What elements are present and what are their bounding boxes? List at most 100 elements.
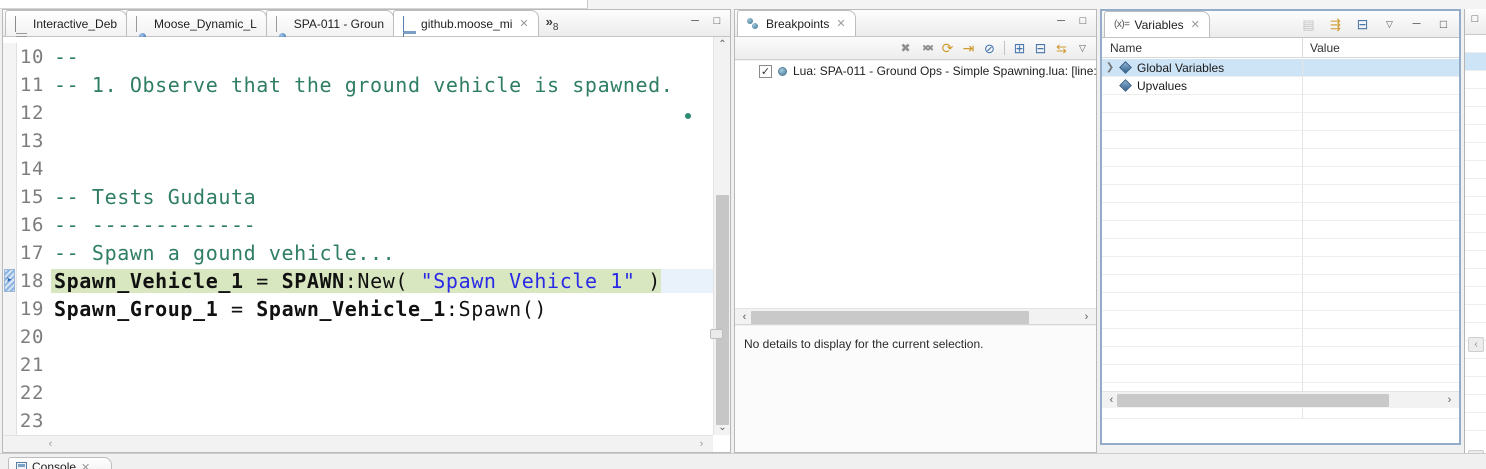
- code-line-16[interactable]: 16-- -------------: [3, 211, 713, 239]
- code-text: -- Spawn a gound vehicle...: [51, 241, 395, 265]
- column-header-name[interactable]: Name: [1102, 38, 1302, 57]
- partial-table-row: [1465, 197, 1486, 215]
- remove-all-breakpoints-icon[interactable]: ✖✖: [917, 39, 936, 57]
- line-number: 16: [17, 214, 51, 236]
- lua-file-icon: [136, 17, 149, 30]
- expand-chevron-icon[interactable]: ❯: [1102, 62, 1118, 73]
- minimize-icon[interactable]: ─: [1054, 15, 1068, 27]
- code-line-19[interactable]: 19Spawn_Group_1 = Spawn_Vehicle_1:Spawn(…: [3, 295, 713, 323]
- maximize-icon[interactable]: □: [1468, 13, 1482, 25]
- maximize-icon[interactable]: □: [1076, 15, 1090, 27]
- scroll-right-icon[interactable]: ›: [1442, 392, 1457, 409]
- empty-table-row: [1102, 149, 1459, 167]
- code-line-15[interactable]: 15-- Tests Gudauta: [3, 183, 713, 211]
- partial-table-row: [1465, 143, 1486, 161]
- tab-breakpoints[interactable]: Breakpoints ✕: [737, 10, 856, 36]
- maximize-icon[interactable]: □: [1434, 15, 1453, 33]
- scrollbar-thumb[interactable]: [716, 195, 729, 425]
- view-menu-icon[interactable]: ▽: [1073, 39, 1092, 57]
- breakpoint-details-pane: No details to display for the current se…: [735, 326, 1096, 452]
- tab-variables[interactable]: (x)= Variables ✕: [1104, 11, 1210, 37]
- line-number: 19: [17, 298, 51, 320]
- go-to-file-for-breakpoint-icon[interactable]: ⇥: [959, 39, 978, 57]
- code-line-21[interactable]: 21: [3, 351, 713, 379]
- remove-breakpoint-icon[interactable]: ✖: [896, 39, 915, 57]
- close-icon[interactable]: ✕: [519, 17, 528, 30]
- line-number: 13: [17, 130, 51, 152]
- collapse-all-icon[interactable]: ⊟: [1031, 39, 1050, 57]
- editor-tab-github-moose-mi[interactable]: github.moose_mi✕: [393, 10, 539, 36]
- editor-horizontal-scrollbar[interactable]: ‹ ›: [3, 435, 713, 452]
- tab-console[interactable]: Console ✕: [8, 457, 112, 469]
- column-divider[interactable]: [1302, 38, 1303, 57]
- code-line-22[interactable]: 22: [3, 379, 713, 407]
- scroll-left-icon[interactable]: ‹: [737, 309, 752, 326]
- variables-row-upvalues[interactable]: Upvalues: [1102, 77, 1459, 95]
- code-text: Spawn_Group_1 = Spawn_Vehicle_1:Spawn(): [51, 297, 547, 321]
- console-tab-label: Console: [32, 460, 76, 469]
- breakpoint-item[interactable]: ✓Lua: SPA-011 - Ground Ops - Simple Spaw…: [735, 61, 1096, 81]
- variables-tab-bar: (x)= Variables ✕ ▤ ⇶ ⊟ ▽ ─ □: [1102, 11, 1459, 38]
- editor-tab-moose-dynamic-l[interactable]: Moose_Dynamic_L: [126, 10, 267, 36]
- partial-table-row: [1465, 89, 1486, 107]
- close-icon[interactable]: ✕: [81, 461, 90, 469]
- code-line-10[interactable]: 10--: [3, 43, 713, 71]
- scrollbar-thumb[interactable]: [751, 311, 1029, 324]
- show-logical-structure-icon[interactable]: ⇶: [1326, 15, 1345, 33]
- scroll-down-icon[interactable]: ⌄: [714, 420, 731, 435]
- breakpoints-panel: Breakpoints ✕ ─ □ ✖✖✖⟳⇥⊘⊞⊟⇆▽ ✓Lua: SPA-0…: [734, 9, 1097, 453]
- variable-name: Upvalues: [1137, 79, 1187, 93]
- code-line-20[interactable]: 20: [3, 323, 713, 351]
- column-header-value[interactable]: Value: [1302, 38, 1340, 57]
- code-token-bold: Spawn_Vehicle_1: [256, 297, 446, 321]
- show-type-names-icon[interactable]: ▤: [1299, 15, 1318, 33]
- close-icon[interactable]: ✕: [1191, 18, 1200, 31]
- variables-row-global-variables[interactable]: ❯Global Variables: [1102, 59, 1459, 77]
- close-icon[interactable]: ✕: [836, 17, 845, 30]
- skip-all-breakpoints-icon[interactable]: ⊘: [980, 39, 999, 57]
- code-line-13[interactable]: 13: [3, 127, 713, 155]
- line-number: 23: [17, 410, 51, 432]
- code-line-17[interactable]: 17-- Spawn a gound vehicle...: [3, 239, 713, 267]
- minimize-icon[interactable]: ─: [1407, 15, 1426, 33]
- editor-vertical-scrollbar[interactable]: ⌃ ⌄: [713, 37, 730, 435]
- more-editors-chevron[interactable]: »8: [546, 14, 559, 36]
- view-menu-icon[interactable]: ▽: [1380, 15, 1399, 33]
- partial-table-row: [1465, 71, 1486, 89]
- scroll-right-icon[interactable]: ›: [1079, 309, 1094, 326]
- maximize-icon[interactable]: □: [710, 15, 724, 27]
- code-line-11[interactable]: 11-- 1. Observe that the ground vehicle …: [3, 71, 713, 99]
- editor-tab-spa-011-groun[interactable]: SPA-011 - Groun: [266, 10, 394, 36]
- link-with-debug-view-icon[interactable]: ⇆: [1052, 39, 1071, 57]
- splitter-handle[interactable]: [710, 329, 723, 339]
- scroll-left-icon[interactable]: ‹: [1468, 337, 1484, 352]
- code-area[interactable]: 10--11-- 1. Observe that the ground vehi…: [3, 37, 713, 435]
- code-line-18[interactable]: ➤18Spawn_Vehicle_1 = SPAWN:New( "Spawn V…: [3, 267, 713, 295]
- editor-tab-interactive-deb[interactable]: Interactive_Deb: [5, 10, 127, 36]
- scroll-right-icon[interactable]: ›: [694, 436, 709, 453]
- scrollbar-thumb[interactable]: [1117, 394, 1389, 407]
- variables-tree[interactable]: ❯Global Variables Upvalues: [1102, 59, 1459, 419]
- scroll-left-icon[interactable]: ‹: [43, 436, 58, 453]
- breakpoint-checkbox[interactable]: ✓: [759, 65, 772, 78]
- editor-window-icon: [403, 17, 416, 30]
- code-line-12[interactable]: 12: [3, 99, 713, 127]
- line-number: 18: [17, 270, 51, 292]
- code-line-14[interactable]: 14: [3, 155, 713, 183]
- minimize-icon[interactable]: ─: [688, 15, 702, 27]
- top-toolbar-strip: [0, 0, 1486, 9]
- partial-table-row: [1465, 359, 1486, 377]
- collapse-all-icon[interactable]: ⊟: [1353, 15, 1372, 33]
- code-token-bold: Spawn_Group_1: [54, 297, 218, 321]
- empty-table-row: [1102, 293, 1459, 311]
- refresh-breakpoints-icon[interactable]: ⟳: [938, 39, 957, 57]
- breakpoints-horizontal-scrollbar[interactable]: ‹ ›: [735, 308, 1096, 325]
- scroll-up-icon[interactable]: ⌃: [714, 37, 731, 52]
- annotation-ruler-cell: [3, 183, 17, 211]
- column-divider: [1302, 77, 1303, 94]
- variables-horizontal-scrollbar[interactable]: ‹ ›: [1102, 391, 1459, 408]
- code-line-23[interactable]: 23: [3, 407, 713, 435]
- expand-all-icon[interactable]: ⊞: [1010, 39, 1029, 57]
- breakpoints-list[interactable]: ✓Lua: SPA-011 - Ground Ops - Simple Spaw…: [735, 61, 1096, 308]
- code-token-comment: -- -------------: [54, 213, 256, 237]
